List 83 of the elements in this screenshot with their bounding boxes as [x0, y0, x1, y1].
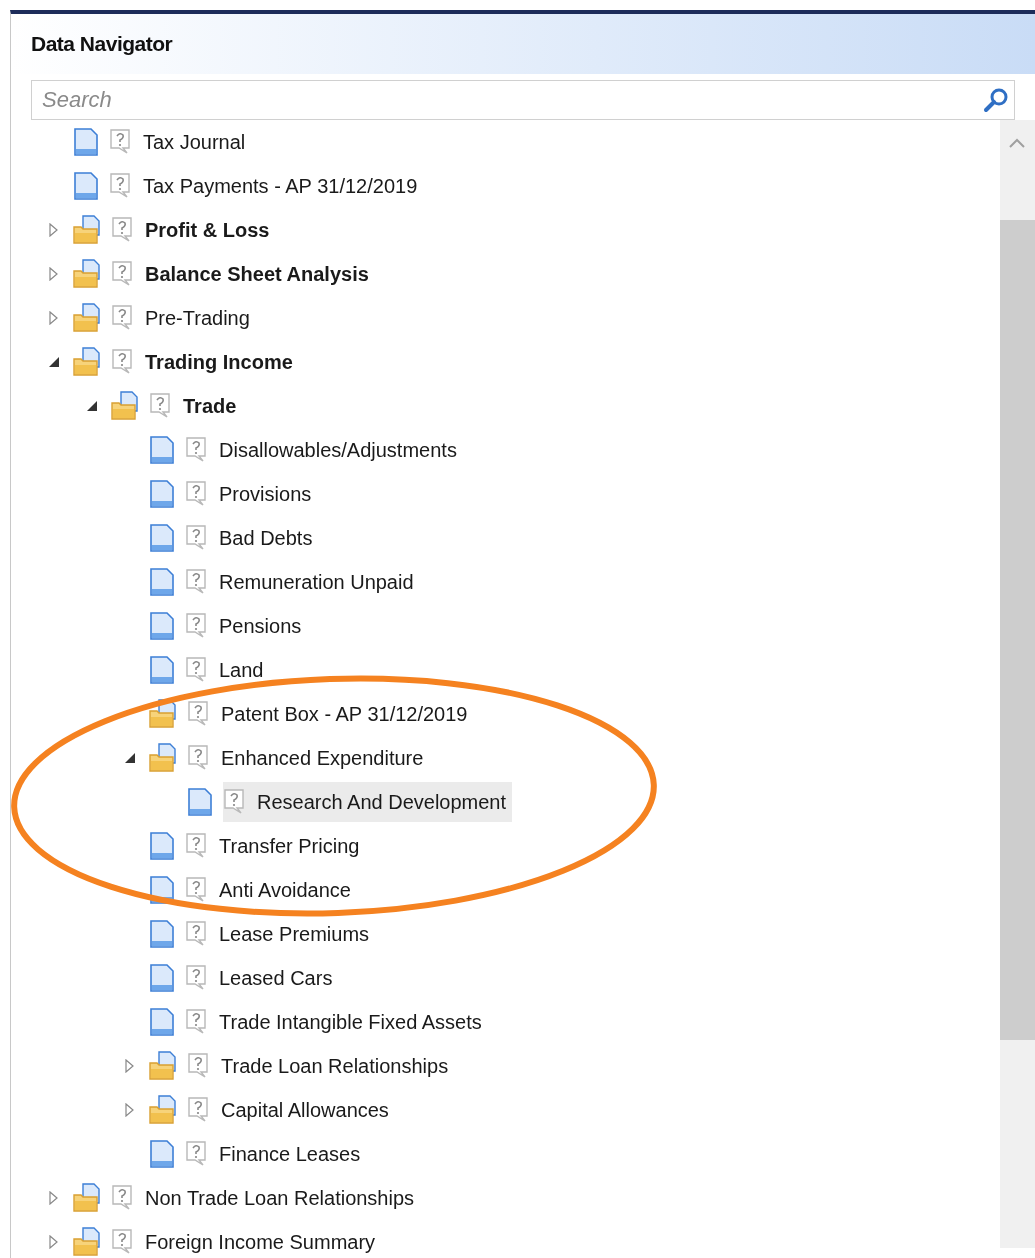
document-icon: [149, 919, 175, 949]
expanded-arrow-icon[interactable]: [47, 355, 61, 369]
scrollbar[interactable]: [1000, 120, 1035, 1248]
expanded-arrow-icon[interactable]: [85, 399, 99, 413]
panel-title: Data Navigator: [31, 31, 173, 58]
tree-item[interactable]: Remuneration Unpaid: [185, 562, 420, 602]
document-icon: [73, 171, 99, 201]
help-icon: [185, 524, 209, 552]
tree-item[interactable]: Disallowables/Adjustments: [185, 430, 463, 470]
help-icon: [185, 656, 209, 684]
tree-item[interactable]: Pensions: [185, 606, 308, 646]
folder-icon: [149, 699, 177, 729]
folder-icon: [73, 303, 101, 333]
help-icon: [187, 700, 211, 728]
help-icon: [185, 920, 209, 948]
expanded-arrow-icon[interactable]: [123, 751, 137, 765]
help-icon: [185, 1008, 209, 1036]
folder-icon: [73, 347, 101, 377]
folder-icon: [73, 1183, 101, 1213]
tree-item[interactable]: Tax Journal: [109, 122, 252, 162]
tree-item[interactable]: Research And Development: [223, 782, 513, 822]
document-icon: [149, 435, 175, 465]
tree-item[interactable]: Balance Sheet Analysis: [111, 254, 375, 294]
document-icon: [73, 127, 99, 157]
help-icon: [185, 832, 209, 860]
tree-item[interactable]: Capital Allowances: [187, 1090, 395, 1130]
tree-item[interactable]: Foreign Income Summary: [111, 1222, 382, 1258]
tree-item[interactable]: Enhanced Expenditure: [187, 738, 430, 778]
tree-item[interactable]: Tax Payments - AP 31/12/2019: [109, 166, 424, 206]
tree-item[interactable]: Bad Debts: [185, 518, 319, 558]
tree-item[interactable]: Provisions: [185, 474, 318, 514]
tree-item[interactable]: Anti Avoidance: [185, 870, 357, 910]
tree-item[interactable]: Trade: [149, 386, 243, 426]
help-icon: [187, 1096, 211, 1124]
help-icon: [109, 172, 133, 200]
document-icon: [149, 655, 175, 685]
tree-item[interactable]: Trade Intangible Fixed Assets: [185, 1002, 488, 1042]
document-icon: [149, 479, 175, 509]
tree-item[interactable]: Profit & Loss: [111, 210, 276, 250]
tree-item[interactable]: Lease Premiums: [185, 914, 376, 954]
help-icon: [185, 480, 209, 508]
help-icon: [109, 128, 133, 156]
document-icon: [149, 567, 175, 597]
help-icon: [111, 260, 135, 288]
help-icon: [111, 1184, 135, 1212]
help-icon: [185, 612, 209, 640]
tree-item[interactable]: Finance Leases: [185, 1134, 367, 1174]
help-icon: [185, 964, 209, 992]
help-icon: [187, 1052, 211, 1080]
folder-icon: [73, 259, 101, 289]
document-icon: [149, 523, 175, 553]
help-icon: [185, 436, 209, 464]
folder-icon: [111, 391, 139, 421]
folder-icon: [73, 215, 101, 245]
help-icon: [187, 744, 211, 772]
tree-item[interactable]: Non Trade Loan Relationships: [111, 1178, 421, 1218]
help-icon: [111, 304, 135, 332]
tree-item[interactable]: Land: [185, 650, 270, 690]
tree-item[interactable]: Trading Income: [111, 342, 299, 382]
help-icon: [149, 392, 173, 420]
folder-icon: [149, 743, 177, 773]
tree-item[interactable]: Transfer Pricing: [185, 826, 366, 866]
help-icon: [185, 1140, 209, 1168]
search-icon[interactable]: [983, 87, 1009, 113]
help-icon: [185, 568, 209, 596]
help-icon: [223, 788, 247, 816]
document-icon: [149, 963, 175, 993]
document-icon: [149, 831, 175, 861]
document-icon: [149, 1007, 175, 1037]
tree-item[interactable]: Patent Box - AP 31/12/2019: [187, 694, 474, 734]
folder-icon: [149, 1051, 177, 1081]
tree-item[interactable]: Pre-Trading: [111, 298, 256, 338]
tree-item[interactable]: Trade Loan Relationships: [187, 1046, 455, 1086]
help-icon: [111, 348, 135, 376]
folder-icon: [73, 1227, 101, 1257]
tree-item[interactable]: Leased Cars: [185, 958, 339, 998]
document-icon: [149, 611, 175, 641]
search-field[interactable]: Search: [31, 80, 1015, 120]
help-icon: [185, 876, 209, 904]
document-icon: [149, 1139, 175, 1169]
document-icon: [187, 787, 213, 817]
help-icon: [111, 216, 135, 244]
folder-icon: [149, 1095, 177, 1125]
